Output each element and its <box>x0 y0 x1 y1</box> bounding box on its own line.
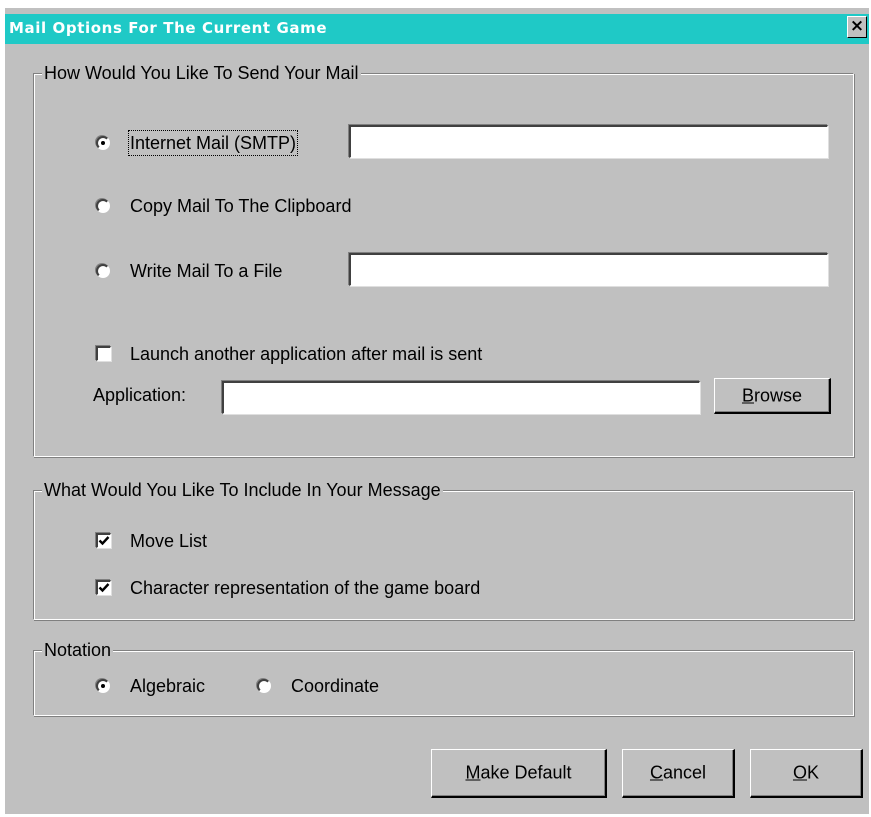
include-legend: What Would You Like To Include In Your M… <box>42 479 443 501</box>
coordinate-label[interactable]: Coordinate <box>291 675 379 697</box>
ok-label: OK <box>792 762 820 783</box>
ok-button[interactable]: OK <box>750 749 863 798</box>
smtp-field[interactable] <box>349 125 828 158</box>
move-list-checkbox[interactable] <box>96 533 111 548</box>
radio-internet-mail[interactable] <box>96 136 110 150</box>
title-bar[interactable]: Mail Options For The Current Game × <box>5 14 869 44</box>
ok-rest: K <box>807 762 820 783</box>
browse-button-label: Browse <box>741 385 803 405</box>
make-default-button[interactable]: Make Default <box>431 749 607 798</box>
application-field[interactable] <box>222 381 700 414</box>
cancel-label: Cancel <box>649 762 707 783</box>
browse-button[interactable]: Browse <box>714 378 831 414</box>
internet-mail-label[interactable]: Internet Mail (SMTP) <box>127 130 299 156</box>
algebraic-label[interactable]: Algebraic <box>130 675 205 697</box>
send-method-legend: How Would You Like To Send Your Mail <box>42 62 361 84</box>
file-path-field[interactable] <box>349 253 828 286</box>
application-label: Application: <box>93 385 187 405</box>
close-button[interactable]: × <box>847 16 867 38</box>
launch-app-label[interactable]: Launch another application after mail is… <box>130 343 482 365</box>
radio-coordinate[interactable] <box>257 679 271 693</box>
board-representation-label[interactable]: Character representation of the game boa… <box>130 577 480 599</box>
radio-write-file[interactable] <box>96 264 110 278</box>
include-group: What Would You Like To Include In Your M… <box>33 479 854 620</box>
make-default-label: Make Default <box>465 762 572 783</box>
window-title: Mail Options For The Current Game <box>9 19 328 37</box>
write-file-label[interactable]: Write Mail To a File <box>130 260 282 282</box>
cancel-button[interactable]: Cancel <box>622 749 735 798</box>
checkmark-icon <box>98 583 110 593</box>
make-default-rest: ake Default <box>480 762 572 783</box>
checkmark-icon <box>98 536 110 546</box>
browse-label-rest: rowse <box>754 385 803 405</box>
close-icon: × <box>849 16 865 36</box>
radio-algebraic[interactable] <box>96 679 110 693</box>
radio-clipboard[interactable] <box>96 199 110 213</box>
notation-legend: Notation <box>42 639 114 661</box>
board-representation-checkbox[interactable] <box>96 580 111 595</box>
cancel-rest: ancel <box>662 762 707 783</box>
move-list-label[interactable]: Move List <box>130 530 207 552</box>
clipboard-label[interactable]: Copy Mail To The Clipboard <box>130 195 351 217</box>
launch-app-checkbox[interactable] <box>96 346 111 361</box>
